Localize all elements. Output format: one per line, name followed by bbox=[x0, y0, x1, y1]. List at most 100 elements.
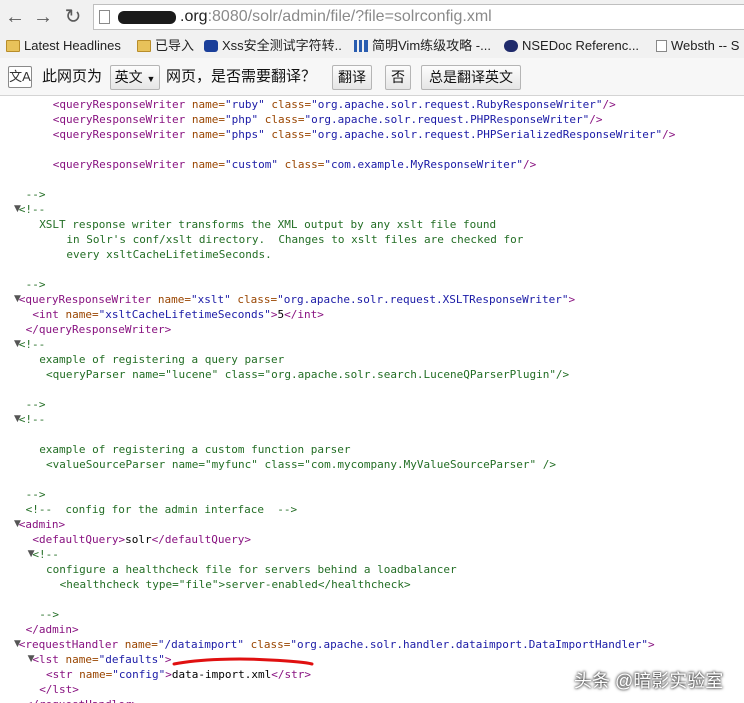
xml-token: </admin> bbox=[25, 623, 79, 636]
doc-icon bbox=[656, 40, 667, 52]
language-select[interactable]: 英文 ▼ bbox=[110, 65, 160, 90]
xml-line: <lst name="defaults"> bbox=[32, 652, 171, 667]
xml-token: class= bbox=[271, 128, 312, 141]
language-value: 英文 bbox=[114, 69, 143, 85]
xml-token: "org.apache.solr.request.RubyResponseWri… bbox=[311, 98, 603, 111]
xml-line: --> bbox=[39, 607, 59, 622]
translate-infobar: 文A 此网页为 英文 ▼ 网页，是否需要翻译？ 翻译 否 总是翻译英文 bbox=[0, 58, 744, 96]
xml-line: in Solr's conf/xslt directory. Changes t… bbox=[66, 232, 523, 247]
xml-token: "com.example.MyResponseWriter" bbox=[324, 158, 524, 171]
xml-token: <str bbox=[46, 668, 80, 681]
xml-token: <!-- bbox=[32, 548, 59, 561]
xml-token: --> bbox=[25, 398, 46, 411]
folder-icon bbox=[137, 40, 151, 52]
back-arrow-icon[interactable]: ← bbox=[2, 4, 28, 30]
xml-token: class= bbox=[271, 98, 312, 111]
xml-token: > bbox=[568, 293, 576, 306]
bookmark-websth[interactable]: Websth -- S bbox=[656, 37, 744, 55]
xml-token: name= bbox=[191, 98, 225, 111]
xml-token: <admin> bbox=[18, 518, 66, 531]
browser-toolbar: ← → ↻ .org:8080/solr/admin/file/?file=so… bbox=[0, 0, 744, 34]
xml-line: <!-- bbox=[19, 337, 46, 352]
xml-line: <!-- bbox=[19, 202, 46, 217]
xml-line: <!-- config for the admin interface --> bbox=[26, 502, 298, 517]
xml-token: "ruby" bbox=[225, 98, 272, 111]
xml-token: <lst bbox=[32, 653, 66, 666]
bookmark-label: 已导入 bbox=[155, 38, 195, 53]
xml-token: "defaults" bbox=[98, 653, 165, 666]
bookmark-label: 简明Vim练级攻略 -... bbox=[372, 38, 491, 53]
xml-line: <healthcheck type="file">server-enabled<… bbox=[60, 577, 411, 592]
xml-token: class= bbox=[250, 638, 291, 651]
bookmarks-bar: Latest Headlines 已导入 Xss安全测试字符转... 简明Vim… bbox=[0, 34, 744, 58]
xml-token: configure a healthcheck file for servers… bbox=[46, 563, 457, 576]
xml-token: <queryResponseWriter bbox=[52, 158, 192, 171]
url-path: :8080/solr/admin/file/?file=solrconfig.x… bbox=[207, 8, 492, 25]
xml-token: > bbox=[165, 668, 172, 681]
xml-token: class= bbox=[237, 293, 278, 306]
xml-token: name= bbox=[157, 293, 191, 306]
xml-token: <int bbox=[32, 308, 66, 321]
xml-token: <valueSourceParser name="myfunc" class="… bbox=[46, 458, 556, 471]
xml-token: <!-- bbox=[18, 338, 46, 351]
xml-token: <queryResponseWriter bbox=[52, 98, 192, 111]
xml-line: <!-- bbox=[32, 547, 59, 562]
always-translate-button[interactable]: 总是翻译英文 bbox=[421, 65, 521, 90]
xml-token: every xsltCacheLifetimeSeconds. bbox=[66, 248, 272, 261]
xml-token: </str> bbox=[271, 668, 311, 681]
folder-icon bbox=[6, 40, 20, 52]
redacted-hostname bbox=[118, 11, 176, 24]
xml-token: class= bbox=[284, 158, 325, 171]
xml-line: every xsltCacheLifetimeSeconds. bbox=[66, 247, 271, 262]
url-host: .org bbox=[180, 8, 208, 25]
reload-icon[interactable]: ↻ bbox=[60, 4, 86, 30]
xml-line: </lst> bbox=[39, 682, 79, 697]
xml-line: <queryResponseWriter name="xslt" class="… bbox=[19, 292, 575, 307]
xml-line: <queryParser name="lucene" class="org.ap… bbox=[46, 367, 569, 382]
xml-token: </lst> bbox=[39, 683, 79, 696]
xml-token: --> bbox=[39, 608, 60, 621]
address-bar[interactable]: .org:8080/solr/admin/file/?file=solrconf… bbox=[93, 4, 744, 30]
bookmark-nsedoc[interactable]: NSEDoc Referenc... bbox=[504, 37, 640, 55]
xml-line: <requestHandler name="/dataimport" class… bbox=[19, 637, 655, 652]
dropdown-arrow-icon: ▼ bbox=[146, 74, 156, 84]
xml-token: "config" bbox=[112, 668, 166, 681]
bars-icon bbox=[354, 40, 368, 52]
no-translate-button[interactable]: 否 bbox=[385, 65, 411, 90]
bookmark-vim[interactable]: 简明Vim练级攻略 -... bbox=[354, 37, 492, 55]
xml-token: example of registering a custom function… bbox=[39, 443, 351, 456]
xml-token: name= bbox=[191, 128, 225, 141]
bookmark-imported[interactable]: 已导入 bbox=[137, 37, 197, 55]
xml-token: <healthcheck type="file">server-enabled<… bbox=[59, 578, 411, 591]
xml-token: "phps" bbox=[225, 128, 272, 141]
bookmark-latest-headlines[interactable]: Latest Headlines bbox=[6, 37, 122, 55]
xml-token: > bbox=[164, 653, 172, 666]
xml-token: </queryResponseWriter> bbox=[25, 323, 172, 336]
xml-token: </requestHandler> bbox=[26, 698, 139, 703]
xml-line: <valueSourceParser name="myfunc" class="… bbox=[46, 457, 556, 472]
xml-line: <queryResponseWriter name="php" class="o… bbox=[53, 112, 603, 127]
xml-line: <queryResponseWriter name="ruby" class="… bbox=[53, 97, 616, 112]
xml-line: <int name="xsltCacheLifetimeSeconds">5</… bbox=[32, 307, 323, 322]
xml-token: <queryResponseWriter bbox=[18, 293, 158, 306]
xml-token: <!-- bbox=[18, 413, 46, 426]
address-bar-url[interactable]: .org:8080/solr/admin/file/?file=solrconf… bbox=[180, 8, 492, 26]
xml-line: <queryResponseWriter name="phps" class="… bbox=[53, 127, 676, 142]
bookmark-label: Websth -- S bbox=[671, 38, 740, 53]
forward-arrow-icon[interactable]: → bbox=[30, 4, 56, 30]
xml-token: "org.apache.solr.handler.dataimport.Data… bbox=[290, 638, 648, 651]
xml-line: <str name="config">data-import.xml</str> bbox=[46, 667, 311, 682]
bookmark-xss[interactable]: Xss安全测试字符转... bbox=[204, 37, 342, 55]
xml-line: <queryResponseWriter name="custom" class… bbox=[53, 157, 537, 172]
xml-line: --> bbox=[26, 187, 46, 202]
xml-token: data-import.xml bbox=[171, 668, 272, 681]
page-icon bbox=[99, 10, 110, 24]
xml-token: /> bbox=[602, 98, 616, 111]
xml-token: <!-- config for the admin interface --> bbox=[25, 503, 298, 516]
xml-token: --> bbox=[25, 488, 46, 501]
translate-button[interactable]: 翻译 bbox=[332, 65, 372, 90]
xml-token: <defaultQuery> bbox=[32, 533, 126, 546]
xml-line: --> bbox=[26, 397, 46, 412]
translate-icon: 文A bbox=[8, 66, 32, 88]
xml-line: --> bbox=[26, 277, 46, 292]
